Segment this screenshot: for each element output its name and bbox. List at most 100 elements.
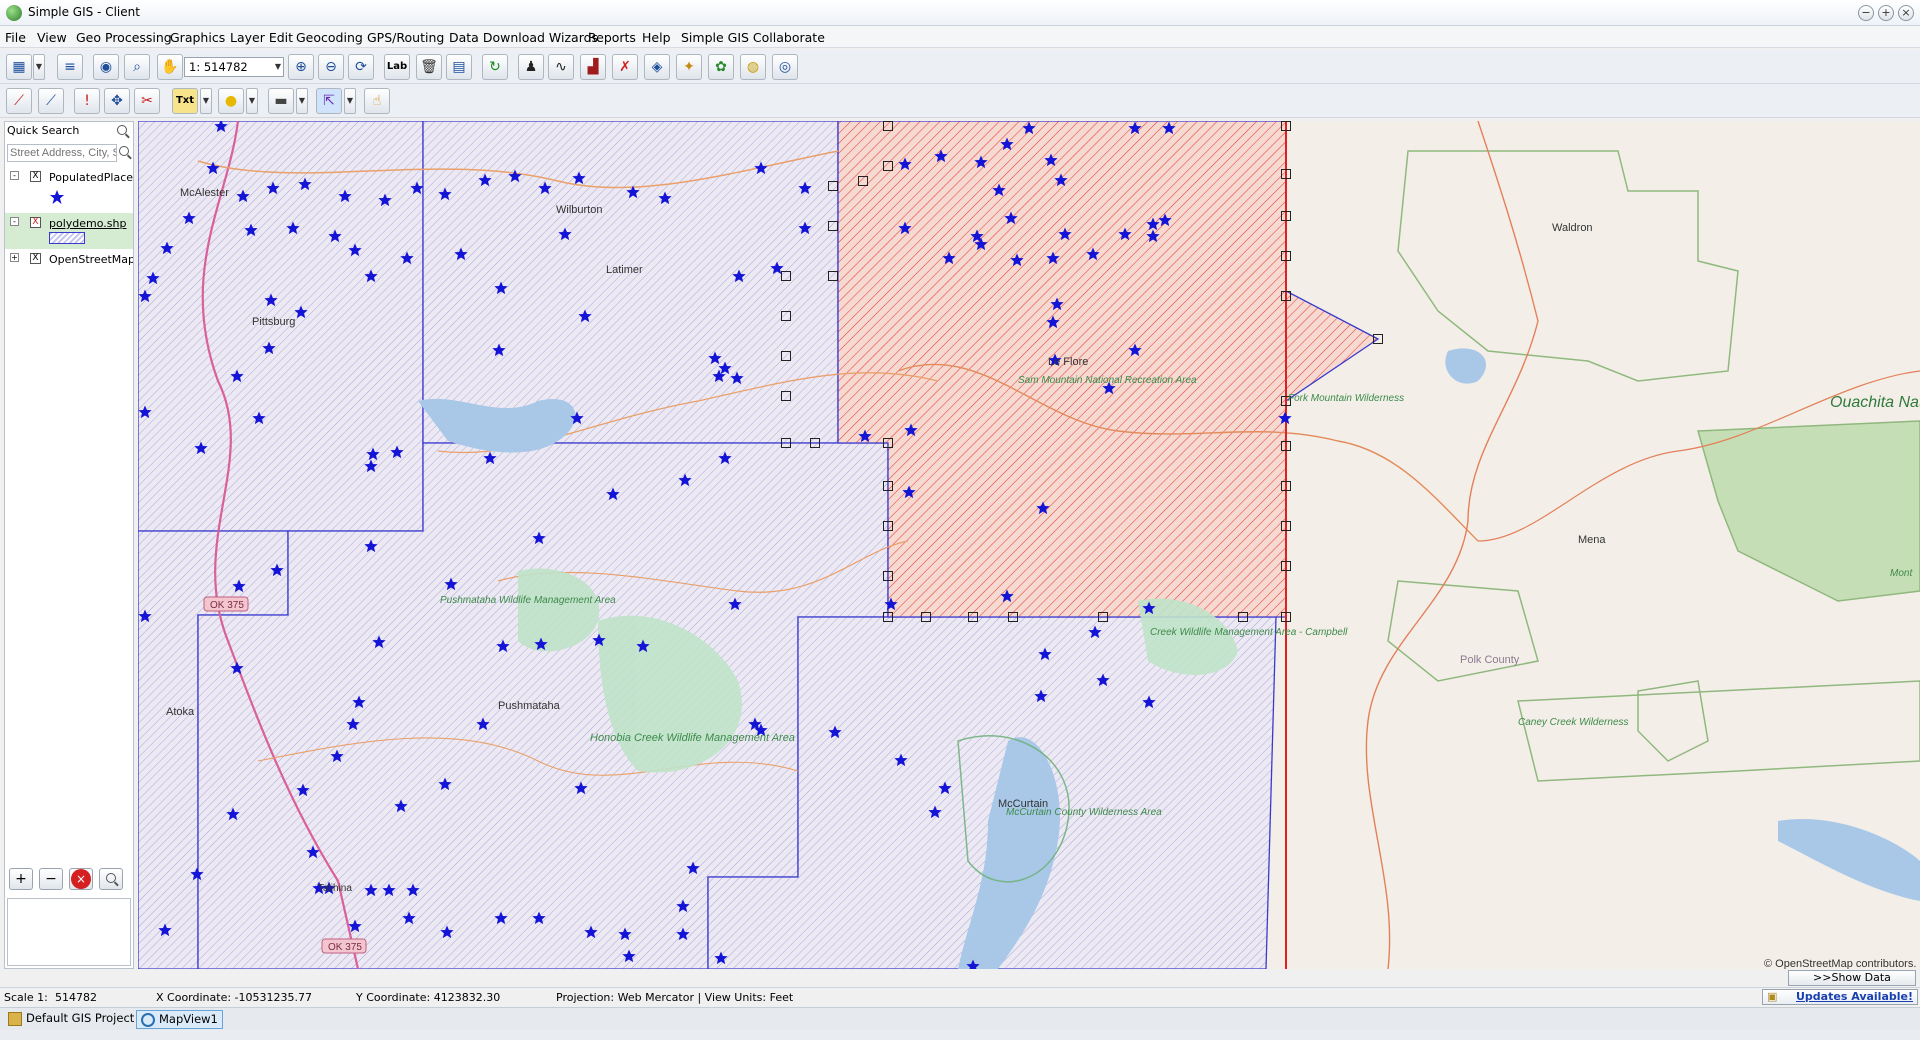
layer-populated-places[interactable]: - X PopulatedPlaces.shp — [5, 167, 133, 213]
menu-bar: File View Geo Processing Graphics Layer … — [0, 26, 1920, 48]
collapse-icon[interactable]: - — [10, 171, 19, 180]
sync-icon[interactable]: ↻ — [482, 54, 508, 80]
minimize-button[interactable]: − — [1858, 5, 1874, 21]
move-feature-icon[interactable]: ✥ — [104, 88, 130, 114]
collapse-icon[interactable]: - — [10, 217, 19, 226]
layer-visibility-checkbox[interactable]: X — [30, 217, 41, 228]
refresh-map-icon[interactable]: ⟳ — [348, 54, 374, 80]
project-folder-icon — [8, 1012, 22, 1026]
split-feature-icon[interactable]: ✂ — [134, 88, 160, 114]
map-canvas[interactable]: McAlester Wilburton Latimer Pittsburg Le… — [138, 121, 1920, 969]
hand-tool-icon[interactable]: ☝ — [364, 88, 390, 114]
label-layer-button[interactable]: Lab — [384, 54, 410, 80]
map-label: Mont — [1890, 568, 1913, 579]
menu-graphics[interactable]: Graphics — [170, 30, 225, 45]
pan-icon[interactable]: ✋ — [157, 54, 183, 80]
info-alert-icon[interactable]: ! — [74, 88, 100, 114]
address-search-input[interactable] — [7, 144, 117, 162]
map-label: Sam Mountain National Recreation Area — [1018, 375, 1197, 386]
layer-list-icon[interactable]: ≡ — [57, 54, 83, 80]
bottom-strip — [0, 1030, 1920, 1040]
remove-layer-button[interactable]: − — [39, 868, 63, 890]
search-icon[interactable] — [117, 125, 127, 135]
zoom-search-icon[interactable]: ⌕ — [124, 54, 150, 80]
layer-info-box — [7, 898, 131, 966]
menu-geocoding[interactable]: Geocoding — [296, 30, 363, 45]
delete-icon[interactable]: 🗑 — [416, 54, 442, 80]
projection-info: Projection: Web Mercator | View Units: F… — [556, 991, 794, 1004]
maximize-button[interactable]: + — [1878, 5, 1894, 21]
polyline-icon[interactable]: ∿ — [548, 54, 574, 80]
map-label: Le Flore — [1048, 356, 1088, 368]
map-label: Talihina — [318, 883, 352, 894]
window-title: Simple GIS - Client — [28, 5, 140, 19]
search-icon[interactable] — [119, 146, 129, 156]
map-label: Creek Wildlife Management Area - Campbel… — [1150, 627, 1348, 638]
full-extent-icon[interactable]: ◉ — [93, 54, 119, 80]
menu-gps-routing[interactable]: GPS/Routing — [367, 30, 444, 45]
search-icon — [106, 873, 116, 883]
menu-layer-edit[interactable]: Layer Edit — [230, 30, 293, 45]
layer-polydemo[interactable]: - X polydemo.shp — [5, 213, 133, 249]
layer-name: PopulatedPlaces.shp — [49, 171, 133, 184]
close-button[interactable]: × — [1898, 5, 1914, 21]
ruler-icon[interactable]: ▬ — [268, 88, 294, 114]
ruler-dropdown[interactable]: ▼ — [296, 88, 308, 114]
menu-reports[interactable]: Reports — [588, 30, 636, 45]
menu-view[interactable]: View — [37, 30, 67, 45]
edit-toolbar: ⟋ ⟋ ! ✥ ✂ Txt ▼ ● ▼ ▬ ▼ ⇱ ▼ ☝ — [0, 84, 1920, 118]
clear-selection-icon[interactable]: ✗ — [612, 54, 638, 80]
menu-file[interactable]: File — [5, 30, 26, 45]
expand-icon[interactable]: + — [10, 253, 19, 262]
select-tool-icon[interactable]: ⇱ — [316, 88, 342, 114]
text-dropdown[interactable]: ▼ — [200, 88, 212, 114]
add-layer-dropdown[interactable]: ▼ — [33, 54, 45, 80]
layer-openstreetmap[interactable]: + X OpenStreetMap — [5, 249, 133, 271]
y-coordinate: Y Coordinate: 4123832.30 — [356, 991, 501, 1004]
layer-zoom-button[interactable] — [99, 868, 123, 890]
menu-geo-processing[interactable]: Geo Processing — [76, 30, 172, 45]
menu-simple-gis-collaborate[interactable]: Simple GIS Collaborate — [681, 30, 825, 45]
show-data-panel-button[interactable]: >>Show Data Panel>> — [1788, 970, 1916, 998]
map-label: Fork Mountain Wilderness — [1288, 393, 1404, 404]
identify-icon[interactable]: ◈ — [644, 54, 670, 80]
world-map-icon[interactable]: ✿ — [708, 54, 734, 80]
map-label: Pushmataha Wildlife Management Area — [440, 595, 616, 606]
scale-combo[interactable]: 1: 514782 ▼ — [184, 57, 284, 77]
tab-mapview1[interactable]: MapView1 — [136, 1010, 223, 1029]
updates-available-link[interactable]: ▣ Updates Available! — [1762, 989, 1918, 1005]
menu-help[interactable]: Help — [642, 30, 671, 45]
layer-visibility-checkbox[interactable]: X — [30, 171, 41, 182]
highway-label: OK 375 — [328, 942, 362, 953]
map-label: Waldron — [1552, 222, 1593, 234]
add-layer-icon[interactable]: ▦ — [6, 54, 32, 80]
marker-dropdown[interactable]: ▼ — [246, 88, 258, 114]
person-locate-icon[interactable]: ♟ — [518, 54, 544, 80]
layer-visibility-checkbox[interactable]: X — [30, 253, 41, 264]
select-dropdown[interactable]: ▼ — [344, 88, 356, 114]
delete-layer-button[interactable]: × — [69, 868, 93, 890]
globe-icon[interactable]: ◍ — [740, 54, 766, 80]
edit-vertex-icon[interactable]: ⟋ — [38, 88, 64, 114]
web-map-icon[interactable]: ◎ — [772, 54, 798, 80]
attribute-table-icon[interactable]: ▤ — [446, 54, 472, 80]
update-package-icon: ▣ — [1767, 990, 1778, 1003]
map-label: Pittsburg — [252, 316, 295, 328]
add-layer-button[interactable]: + — [9, 868, 33, 890]
tab-label: Default GIS Project — [26, 1011, 135, 1025]
zoom-in-icon[interactable]: ⊕ — [288, 54, 314, 80]
map-label: Latimer — [606, 264, 643, 276]
marker-icon[interactable]: ● — [218, 88, 244, 114]
chart-icon[interactable]: ▟ — [580, 54, 606, 80]
draw-line-icon[interactable]: ⟋ — [6, 88, 32, 114]
map-view[interactable]: McAlester Wilburton Latimer Pittsburg Le… — [138, 121, 1920, 969]
tab-default-gis-project[interactable]: Default GIS Project — [4, 1010, 138, 1029]
measure-icon[interactable]: ✦ — [676, 54, 702, 80]
text-graphic-button[interactable]: Txt — [172, 88, 198, 114]
app-globe-icon — [6, 5, 22, 21]
scale-value: 514782 — [55, 991, 97, 1004]
zoom-out-icon[interactable]: ⊖ — [318, 54, 344, 80]
menu-data-download-wizards[interactable]: Data Download Wizards — [449, 30, 598, 45]
map-label: Wilburton — [556, 204, 602, 216]
scale-label: Scale 1: — [4, 991, 48, 1004]
